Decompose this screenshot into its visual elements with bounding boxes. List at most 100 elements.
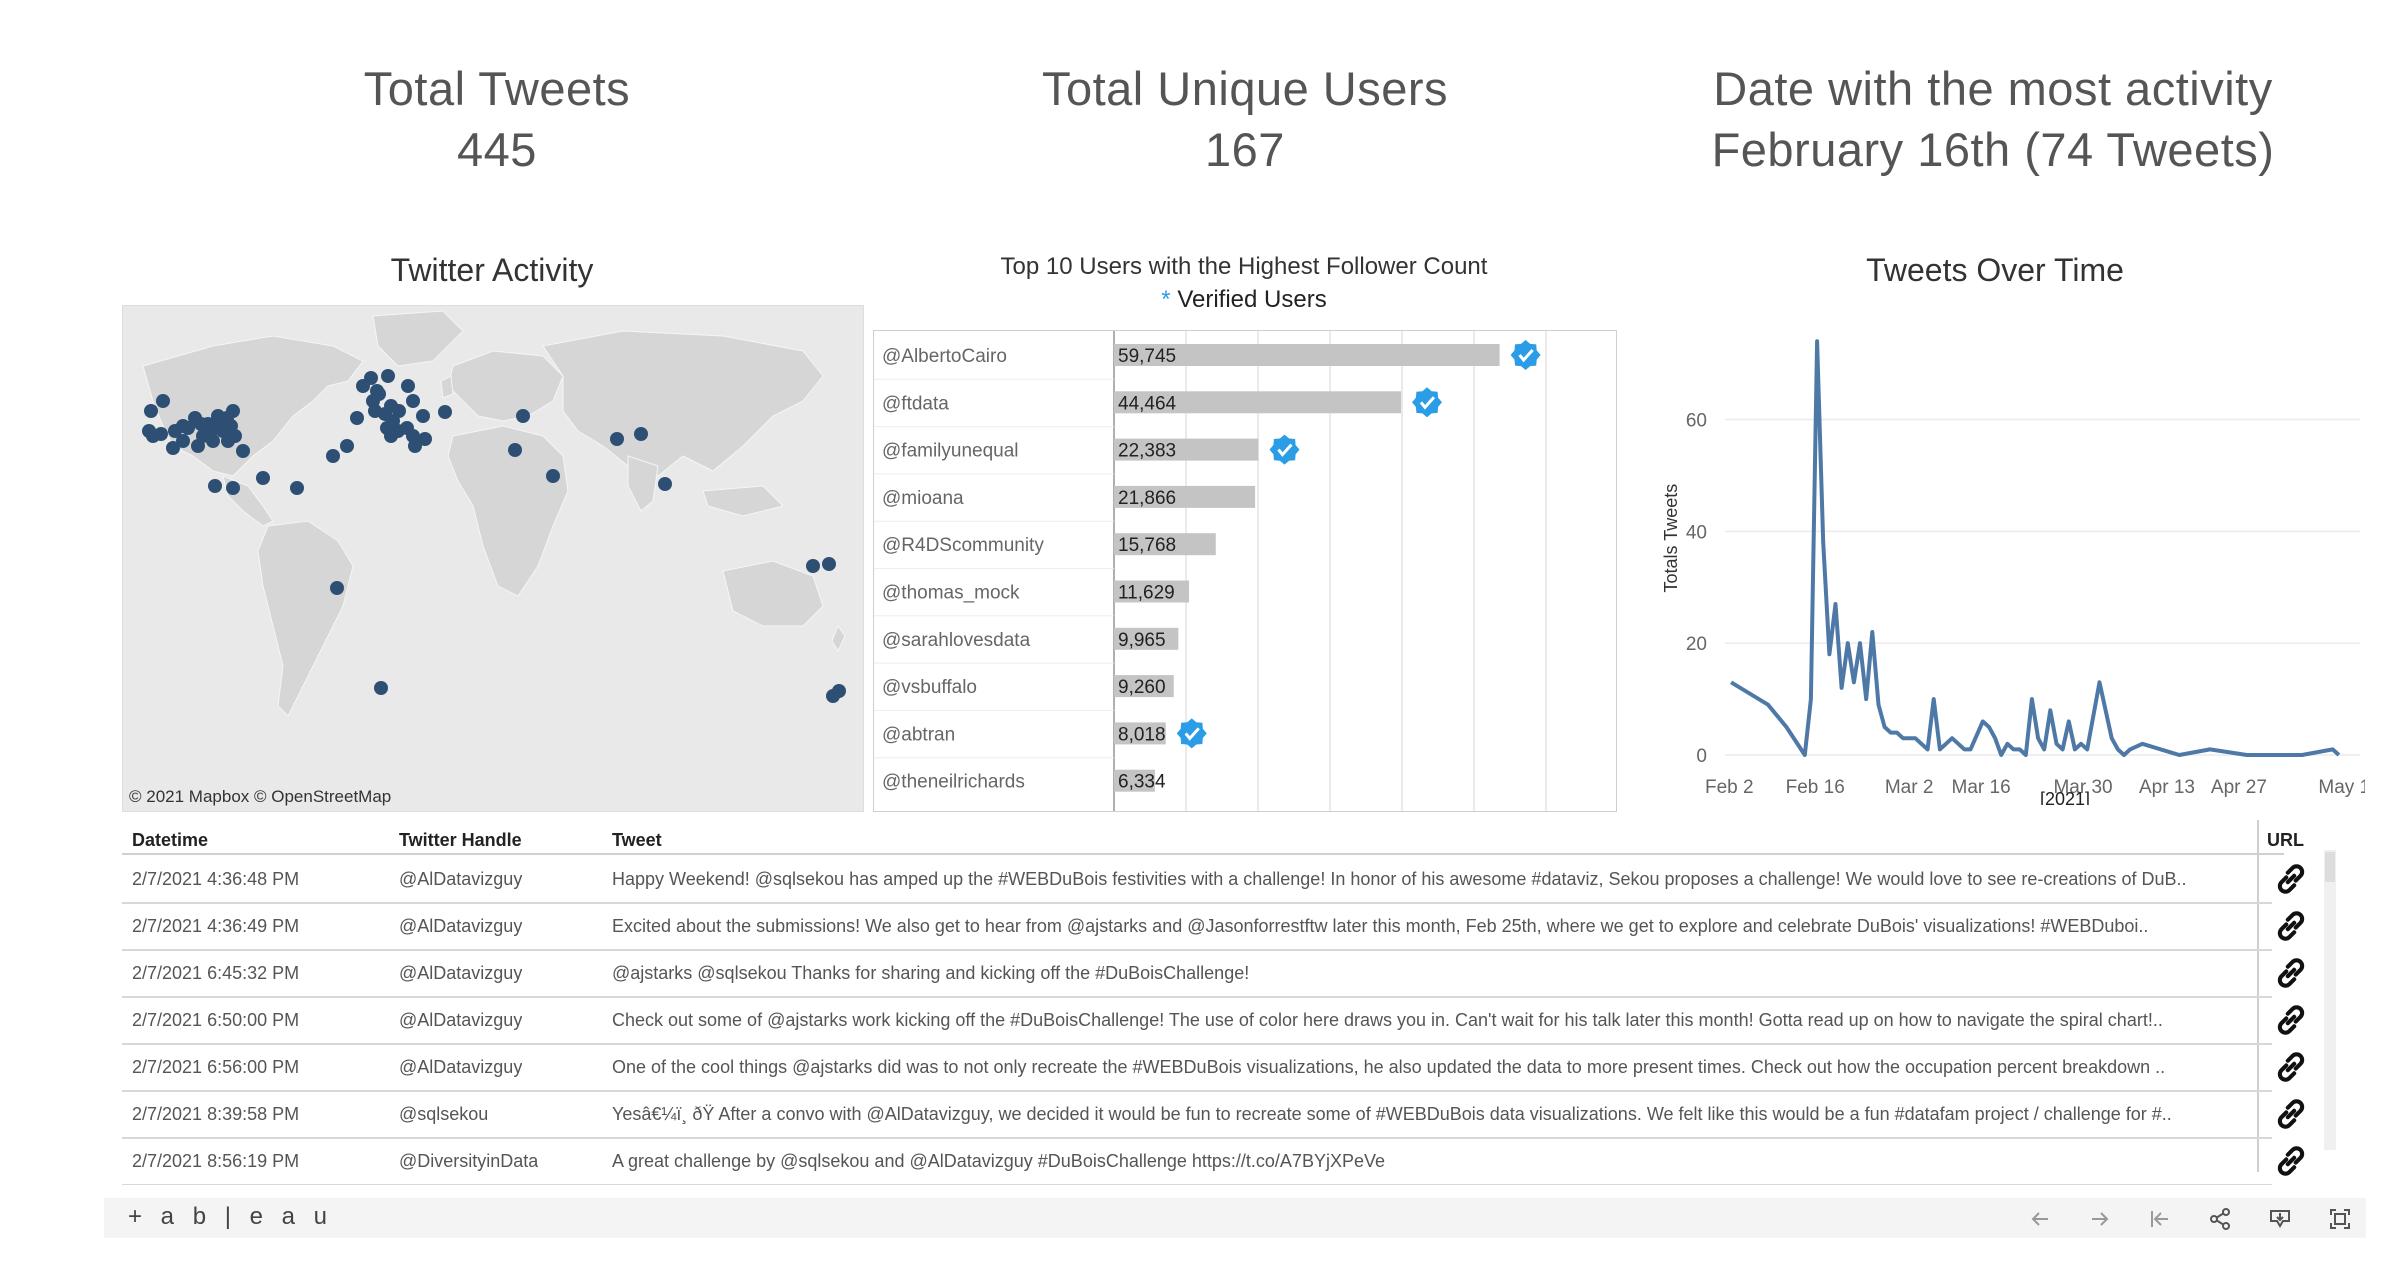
cell-handle: @sqlsekou <box>399 1091 488 1137</box>
download-icon[interactable] <box>2268 1207 2292 1231</box>
bar-category-label: @ftdata <box>882 393 949 414</box>
map-marker[interactable] <box>516 409 530 423</box>
map-marker[interactable] <box>340 439 354 453</box>
map-marker[interactable] <box>381 369 395 383</box>
share-icon[interactable] <box>2208 1207 2232 1231</box>
map-marker[interactable] <box>356 379 370 393</box>
map-marker[interactable] <box>406 429 420 443</box>
link-icon[interactable] <box>2272 860 2310 898</box>
verified-badge-icon <box>1510 340 1541 370</box>
map-marker[interactable] <box>370 384 384 398</box>
table-row[interactable]: 2/7/2021 4:36:48 PM @AlDatavizguy Happy We… <box>122 856 2272 904</box>
map-marker[interactable] <box>658 477 672 491</box>
bar-value-label: 9,260 <box>1118 677 1166 698</box>
kpi-total-tweets: Total Tweets 445 <box>137 58 857 180</box>
map-marker[interactable] <box>226 404 240 418</box>
redo-icon[interactable] <box>2088 1207 2112 1231</box>
cell-tweet-text: Excited about the submissions! We also g… <box>612 916 2149 936</box>
bar-chart-subtitle: * Verified Users <box>873 286 1615 314</box>
map-marker[interactable] <box>166 441 180 455</box>
x-tick-label: Apr 13 <box>2139 777 2195 798</box>
scrollbar-thumb[interactable] <box>2325 852 2335 882</box>
table-row[interactable]: 2/7/2021 6:45:32 PM @AlDatavizguy @ajstark… <box>122 950 2272 998</box>
table-scrollbar[interactable] <box>2324 850 2336 1150</box>
top-users-bar-chart[interactable]: @AlbertoCairo 59,745 @ftdata 44,464 @familyu… <box>873 330 1617 812</box>
undo-icon[interactable] <box>2028 1207 2052 1231</box>
map-marker[interactable] <box>610 432 624 446</box>
map-marker[interactable] <box>226 481 240 495</box>
map-marker[interactable] <box>156 394 170 408</box>
cell-handle-text: @AlDatavizguy <box>399 915 523 936</box>
tweets-over-time-chart[interactable]: 0 20 40 60 Totals Tweets Feb 2 Feb 16 Mar 2 Mar … <box>1625 310 2379 809</box>
map-marker[interactable] <box>236 444 250 458</box>
link-icon[interactable] <box>2272 1095 2310 1133</box>
link-icon[interactable] <box>2272 1001 2310 1039</box>
map-marker[interactable] <box>330 581 344 595</box>
map-marker[interactable] <box>256 471 270 485</box>
map-marker[interactable] <box>154 427 168 441</box>
table-row[interactable]: 2/7/2021 8:39:58 PM @sqlsekou Yesâ€¼ï¸ ðŸ … <box>122 1091 2272 1139</box>
line-chart-svg: 0 20 40 60 Totals Tweets Feb 2 Feb 16 Mar 2 Mar … <box>1661 339 2379 809</box>
map-marker[interactable] <box>832 684 846 698</box>
cell-datetime: 2/7/2021 6:45:32 PM <box>132 950 299 996</box>
map-marker[interactable] <box>206 434 220 448</box>
table-row[interactable]: 2/7/2021 8:56:19 PM @DiversityinData A gre… <box>122 1138 2272 1185</box>
cell-handle-text: @AlDatavizguy <box>399 962 523 983</box>
map-marker[interactable] <box>406 394 420 408</box>
nz-shape <box>831 624 846 653</box>
map-marker[interactable] <box>401 379 415 393</box>
tableau-logo[interactable]: + a b | e a u <box>128 1203 333 1231</box>
link-icon[interactable] <box>2272 1142 2310 1180</box>
revert-icon[interactable] <box>2148 1207 2172 1231</box>
header-divider <box>122 853 2284 855</box>
table-row[interactable]: 2/7/2021 4:36:49 PM @AlDatavizguy Excited … <box>122 903 2272 951</box>
cell-handle-text: @AlDatavizguy <box>399 868 523 889</box>
link-icon[interactable] <box>2272 954 2310 992</box>
map-marker[interactable] <box>822 557 836 571</box>
verified-badge-shape <box>1269 434 1300 465</box>
map-title: Twitter Activity <box>390 252 594 288</box>
cell-tweet-text: Check out some of @ajstarks work kicking… <box>612 1010 2163 1030</box>
map-marker[interactable] <box>290 481 304 495</box>
tableau-brand-text: + a b | e a u <box>128 1203 333 1230</box>
map-marker[interactable] <box>221 434 235 448</box>
map-marker[interactable] <box>418 432 432 446</box>
col-header-datetime[interactable]: Datetime <box>132 820 208 852</box>
bar-category-label: @familyunequal <box>882 441 1019 462</box>
map-marker[interactable] <box>144 404 158 418</box>
cell-tweet-text: A great challenge by @sqlsekou and @AlDa… <box>612 1151 1385 1171</box>
col-header-handle[interactable]: Twitter Handle <box>399 820 522 852</box>
table-row[interactable]: 2/7/2021 6:50:00 PM @AlDatavizguy Check ou… <box>122 997 2272 1045</box>
link-icon[interactable] <box>2272 1048 2310 1086</box>
table-row[interactable]: 2/7/2021 6:56:00 PM @AlDatavizguy One of t… <box>122 1044 2272 1092</box>
col-header-tweet[interactable]: Tweet <box>612 820 662 852</box>
link-icon[interactable] <box>2272 907 2310 945</box>
cell-tweet-text: One of the cool things @ajstarks did was… <box>612 1057 2166 1077</box>
fullscreen-icon[interactable] <box>2328 1207 2352 1231</box>
bar-category-label: @AlbertoCairo <box>882 346 1007 367</box>
twitter-activity-map[interactable]: © 2021 Mapbox © OpenStreetMap <box>122 305 864 812</box>
bar-chart-svg: @AlbertoCairo 59,745 @ftdata 44,464 @familyu… <box>874 331 1547 811</box>
map-marker[interactable] <box>806 559 820 573</box>
map-marker[interactable] <box>384 429 398 443</box>
map-marker[interactable] <box>350 411 364 425</box>
map-marker[interactable] <box>374 681 388 695</box>
map-marker[interactable] <box>208 479 222 493</box>
bar-category-label: @thomas_mock <box>882 583 1020 604</box>
x-tick-label: Feb 2 <box>1705 777 1754 798</box>
map-marker[interactable] <box>438 405 452 419</box>
map-marker[interactable] <box>191 439 205 453</box>
map-marker[interactable] <box>416 409 430 423</box>
map-marker[interactable] <box>634 427 648 441</box>
cell-handle-text: @AlDatavizguy <box>399 1009 523 1030</box>
series-line[interactable] <box>1730 339 2341 757</box>
cell-datetime: 2/7/2021 4:36:48 PM <box>132 856 299 902</box>
tweets-table[interactable]: Datetime Twitter Handle Tweet URL 2/7/20… <box>122 820 2342 1185</box>
map-marker[interactable] <box>508 443 522 457</box>
cell-datetime: 2/7/2021 6:50:00 PM <box>132 997 299 1043</box>
map-marker[interactable] <box>326 449 340 463</box>
greenland-shape <box>372 310 464 367</box>
cell-tweet-text: Yesâ€¼ï¸ ðŸ After a convo with @AlDatavi… <box>612 1104 2172 1124</box>
map-marker[interactable] <box>546 469 560 483</box>
cell-datetime-text: 2/7/2021 8:39:58 PM <box>132 1103 300 1124</box>
